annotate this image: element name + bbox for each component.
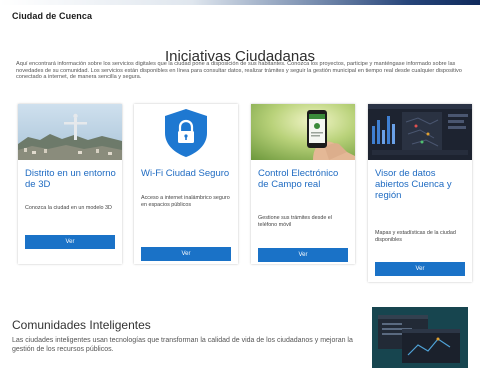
- site-logo-text[interactable]: Ciudad de Cuenca: [12, 11, 92, 21]
- card-wifi-secure[interactable]: Wi-Fi Ciudad Seguro Acceso a internet in…: [134, 104, 238, 264]
- card-view-button[interactable]: Ver: [375, 262, 465, 276]
- card-image-phone: [251, 104, 355, 160]
- dashboard-screenshot: [368, 104, 472, 160]
- top-banner-strip: [0, 0, 480, 5]
- section-paragraph: Las ciudades inteligentes usan tecnologí…: [12, 337, 353, 353]
- section-title: Comunidades Inteligentes: [12, 318, 151, 332]
- card-title[interactable]: Distrito en un entorno de 3D: [25, 168, 117, 190]
- card-image-city: [18, 104, 122, 160]
- card-title[interactable]: Wi-Fi Ciudad Seguro: [141, 168, 233, 179]
- card-title[interactable]: Control Electrónico de Campo real: [258, 168, 350, 190]
- card-description: Conozca la ciudad en un modelo 3D: [25, 205, 112, 211]
- card-image-dashboard: [368, 104, 472, 160]
- card-view-button[interactable]: Ver: [258, 248, 348, 262]
- intro-paragraph: Aquí encontrará información sobre los se…: [16, 61, 462, 81]
- card-open-data[interactable]: Visor de datos abiertos Cuenca y región …: [368, 104, 472, 282]
- shield-lock-icon: [134, 104, 238, 160]
- card-description: Acceso a internet inalámbrico seguro en …: [141, 195, 230, 208]
- card-description: Gestione sus trámites desde el teléfono …: [258, 215, 333, 228]
- card-view-button[interactable]: Ver: [25, 235, 115, 249]
- card-view-button[interactable]: Ver: [141, 247, 231, 261]
- card-3d-district[interactable]: Distrito en un entorno de 3D Conozca la …: [18, 104, 122, 264]
- section-thumbnail: [372, 307, 468, 368]
- card-electronic-control[interactable]: Control Electrónico de Campo real Gestio…: [251, 104, 355, 264]
- card-description: Mapas y estadísticas de la ciudad dispon…: [375, 230, 456, 243]
- city-statue-photo: [18, 104, 122, 160]
- card-title[interactable]: Visor de datos abiertos Cuenca y región: [375, 168, 467, 201]
- card-image-shield: [134, 104, 238, 160]
- dashboard-thumbnail-image: [372, 307, 468, 368]
- smartphone-photo: [251, 104, 355, 160]
